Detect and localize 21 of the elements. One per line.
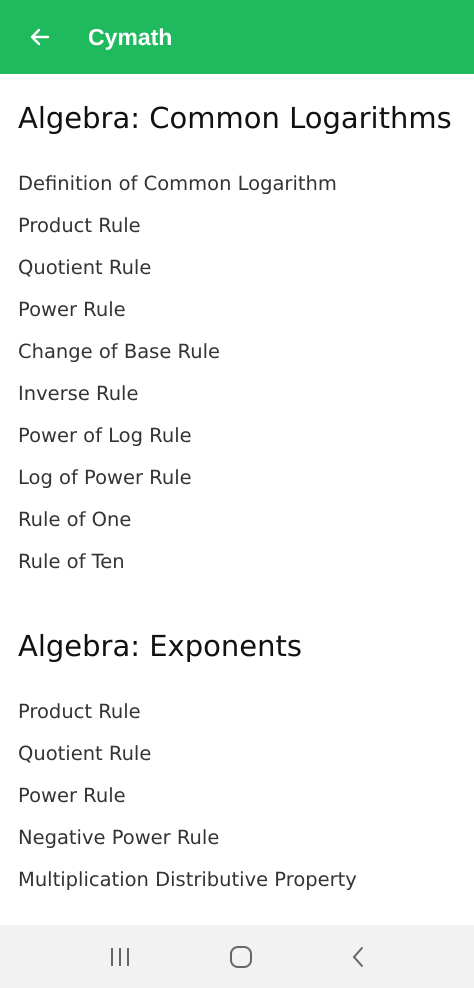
topic-link[interactable]: Power Rule [18, 775, 126, 817]
section-heading: Algebra: Exponents [18, 631, 303, 661]
back-chevron-icon [351, 946, 365, 968]
topic-link[interactable]: Definition of Common Logarithm [18, 163, 337, 205]
topic-link[interactable]: Power of Log Rule [18, 415, 192, 457]
topic-link[interactable]: Quotient Rule [18, 247, 152, 289]
topic-link[interactable]: Rule of Ten [18, 541, 125, 583]
recent-apps-icon [109, 946, 131, 966]
topic-link[interactable]: Product Rule [18, 205, 141, 247]
topic-link[interactable]: Rule of One [18, 499, 132, 541]
home-icon [229, 944, 253, 968]
topic-link[interactable]: Change of Base Rule [18, 331, 220, 373]
topic-link[interactable]: Log of Power Rule [18, 457, 192, 499]
topic-link[interactable]: Inverse Rule [18, 373, 138, 415]
topic-link[interactable]: Negative Power Rule [18, 817, 220, 859]
section-heading: Algebra: Common Logarithms [18, 103, 453, 133]
topic-link[interactable]: Multiplication Distributive Property [18, 859, 357, 901]
app-title: Cymath [88, 22, 172, 52]
topic-link[interactable]: Quotient Rule [18, 733, 152, 775]
topic-link[interactable]: Power Rule [18, 289, 126, 331]
topic-link[interactable]: Product Rule [18, 691, 141, 733]
